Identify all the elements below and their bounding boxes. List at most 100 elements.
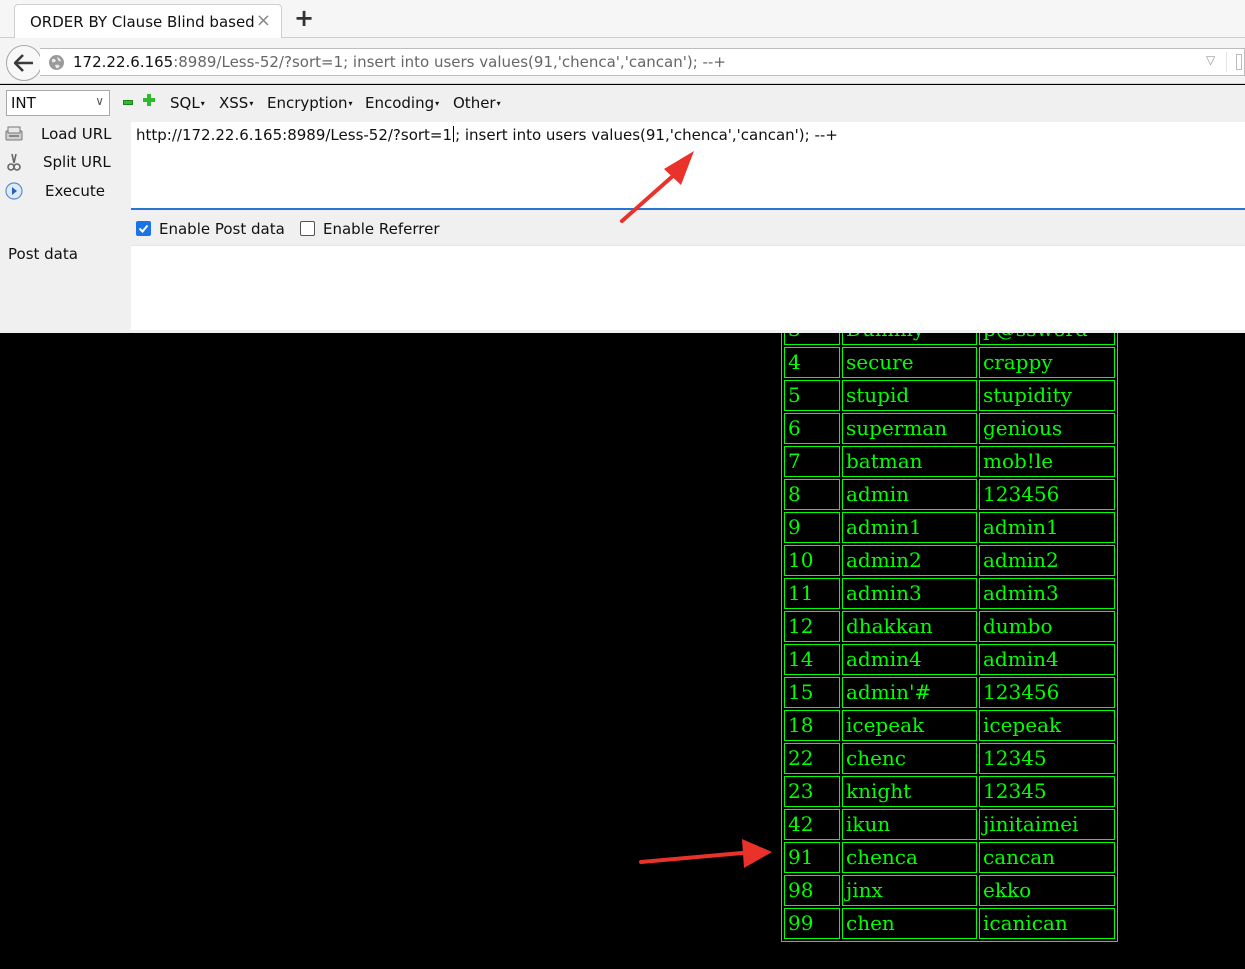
username-cell: chen: [842, 908, 977, 939]
decrease-icon[interactable]: [123, 100, 133, 105]
id-cell: 10: [784, 545, 840, 576]
id-cell: 11: [784, 578, 840, 609]
url-dropdown-icon[interactable]: ▽: [1206, 53, 1215, 67]
text-caret: [453, 126, 455, 142]
url-separator: [1226, 52, 1227, 72]
table-row: 91 chenca cancan: [784, 842, 1115, 873]
password-cell: icepeak: [979, 710, 1115, 741]
checkbox-unchecked-icon: [300, 221, 315, 236]
password-cell: 12345: [979, 743, 1115, 774]
password-cell: cancan: [979, 842, 1115, 873]
url-after-caret: ; insert into users values(91,'chenca','…: [455, 126, 838, 144]
address-host: 172.22.6.165: [73, 53, 174, 71]
url-before-caret: http://172.22.6.165:8989/Less-52/?sort=1: [136, 126, 453, 144]
username-cell: ikun: [842, 809, 977, 840]
id-cell: 42: [784, 809, 840, 840]
username-cell: admin3: [842, 578, 977, 609]
enable-referrer-label: Enable Referrer: [323, 220, 440, 238]
id-cell: 4: [784, 347, 840, 378]
menu-arrow-icon: ▾: [249, 99, 254, 108]
address-url: 172.22.6.165:8989/Less-52/?sort=1; inser…: [73, 53, 726, 71]
tab-title: ORDER BY Clause Blind based: [30, 13, 255, 31]
execute-button[interactable]: Execute: [4, 180, 124, 202]
password-cell: 12345: [979, 776, 1115, 807]
enable-post-label: Enable Post data: [159, 220, 285, 238]
username-cell: admin: [842, 479, 977, 510]
url-scrollbar[interactable]: [1236, 54, 1242, 70]
increase-icon[interactable]: [143, 94, 155, 106]
id-cell: 9: [784, 512, 840, 543]
username-cell: admin4: [842, 644, 977, 675]
table-row: 14 admin4 admin4: [784, 644, 1115, 675]
hackbar-panel: INT ∨ SQL▾ XSS▾ Encryption▾ Encoding▾ Ot…: [0, 85, 1245, 333]
password-cell: 123456: [979, 479, 1115, 510]
password-cell: ekko: [979, 875, 1115, 906]
id-cell: 23: [784, 776, 840, 807]
table-row: 8 admin 123456: [784, 479, 1115, 510]
password-cell: stupidity: [979, 380, 1115, 411]
hackbar-url-text: http://172.22.6.165:8989/Less-52/?sort=1…: [136, 126, 838, 144]
username-cell: stupid: [842, 380, 977, 411]
table-row: 10 admin2 admin2: [784, 545, 1115, 576]
post-data-input[interactable]: [131, 245, 1245, 330]
menu-xss[interactable]: XSS▾: [219, 94, 253, 112]
table-row: 98 jinx ekko: [784, 875, 1115, 906]
password-cell: 123456: [979, 677, 1115, 708]
menu-arrow-icon: ▾: [200, 99, 205, 108]
menu-encoding[interactable]: Encoding▾: [365, 94, 439, 112]
tab-active[interactable]: ORDER BY Clause Blind based ×: [14, 4, 282, 39]
table-row: 18 icepeak icepeak: [784, 710, 1115, 741]
table-row: 42 ikun jinitaimei: [784, 809, 1115, 840]
table-row: 12 dhakkan dumbo: [784, 611, 1115, 642]
id-cell: 12: [784, 611, 840, 642]
id-cell: 3: [784, 333, 840, 345]
table-row: 22 chenc 12345: [784, 743, 1115, 774]
back-arrow-icon: [14, 54, 33, 72]
password-cell: admin4: [979, 644, 1115, 675]
table-row: 7 batman mob!le: [784, 446, 1115, 477]
menu-sql-label: SQL: [170, 94, 200, 112]
menu-sql[interactable]: SQL▾: [170, 94, 205, 112]
load-url-button[interactable]: Load URL: [4, 123, 124, 145]
id-cell: 15: [784, 677, 840, 708]
table-row: 3Dummyp@ssword: [784, 333, 1115, 345]
globe-icon: [49, 55, 64, 70]
table-row: 9 admin1 admin1: [784, 512, 1115, 543]
password-cell: genious: [979, 413, 1115, 444]
close-icon[interactable]: ×: [256, 11, 271, 31]
address-bar[interactable]: 172.22.6.165:8989/Less-52/?sort=1; inser…: [40, 48, 1245, 76]
password-cell: jinitaimei: [979, 809, 1115, 840]
encoding-select[interactable]: INT ∨: [6, 90, 110, 116]
page-content: 3Dummyp@ssword4securecrappy5stupidstupid…: [0, 333, 1245, 969]
navigation-bar: 172.22.6.165:8989/Less-52/?sort=1; inser…: [0, 38, 1245, 84]
table-row: 11 admin3 admin3: [784, 578, 1115, 609]
menu-encryption-label: Encryption: [267, 94, 348, 112]
post-data-label: Post data: [8, 245, 78, 263]
menu-encryption[interactable]: Encryption▾: [267, 94, 353, 112]
hackbar-url-input[interactable]: http://172.22.6.165:8989/Less-52/?sort=1…: [131, 122, 1245, 210]
id-cell: 91: [784, 842, 840, 873]
table-row: 4 secure crappy: [784, 347, 1115, 378]
menu-other[interactable]: Other▾: [453, 94, 501, 112]
chevron-down-icon: ∨: [95, 94, 104, 108]
new-tab-button[interactable]: +: [294, 5, 314, 31]
password-cell: mob!le: [979, 446, 1115, 477]
tab-strip: ORDER BY Clause Blind based × +: [0, 0, 1245, 39]
table-row: 23 knight 12345: [784, 776, 1115, 807]
username-cell: batman: [842, 446, 977, 477]
menu-encoding-label: Encoding: [365, 94, 435, 112]
back-button[interactable]: [6, 45, 42, 81]
menu-arrow-icon: ▾: [435, 99, 440, 108]
id-cell: 22: [784, 743, 840, 774]
menu-arrow-icon: ▾: [496, 99, 501, 108]
username-cell: chenc: [842, 743, 977, 774]
username-cell: knight: [842, 776, 977, 807]
menu-xss-label: XSS: [219, 94, 249, 112]
id-cell: 6: [784, 413, 840, 444]
id-cell: 18: [784, 710, 840, 741]
split-url-button[interactable]: Split URL: [4, 151, 124, 173]
id-cell: 99: [784, 908, 840, 939]
id-cell: 14: [784, 644, 840, 675]
play-icon: [5, 182, 23, 200]
password-cell: icanican: [979, 908, 1115, 939]
